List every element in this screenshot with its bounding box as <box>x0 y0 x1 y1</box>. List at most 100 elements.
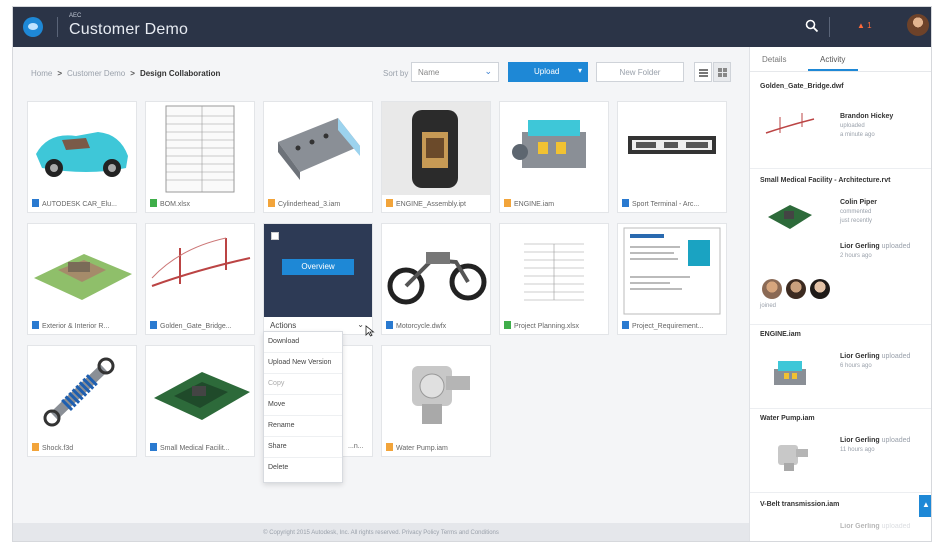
sort-select[interactable]: Name ⌄ <box>411 62 499 82</box>
file-thumbnail <box>264 102 372 195</box>
activity-time: 2 hours ago <box>840 253 872 259</box>
tab-activity[interactable]: Activity <box>820 55 845 64</box>
joined-label: joined <box>760 303 777 309</box>
file-name: Project Planning.xlsx <box>504 321 606 330</box>
activity-item[interactable]: Water Pump.iam Lior Gerling uploaded 11 … <box>750 409 931 493</box>
file-tile[interactable]: Exterior & Interior R... <box>27 223 137 335</box>
top-navigation-bar: AEC Customer Demo ▲ 1 <box>13 7 931 47</box>
file-tile[interactable]: Shock.f3d <box>27 345 137 457</box>
file-thumbnail <box>146 346 254 439</box>
tab-details[interactable]: Details <box>762 55 786 64</box>
file-thumbnail: Overview <box>264 224 372 317</box>
activity-time: 6 hours ago <box>840 363 872 369</box>
menu-item-upload-new-version[interactable]: Upload New Version <box>264 353 342 374</box>
activity-item[interactable]: Golden_Gate_Bridge.dwf Brandon Hickey up… <box>750 73 931 169</box>
app-title[interactable]: Customer Demo <box>69 21 188 39</box>
file-name: AUTODESK CAR_Elu... <box>32 199 134 208</box>
file-tile[interactable]: Sport Terminal - Arc... <box>617 101 727 213</box>
file-tile-hovered[interactable]: Overview Actions ⌄ <box>263 223 373 335</box>
activity-user-uploaded[interactable]: Lior Gerling uploaded <box>840 437 910 444</box>
menu-item-copy[interactable]: Copy <box>264 374 342 395</box>
activity-user[interactable]: Colin Piper <box>840 199 877 206</box>
file-tile[interactable]: ENGINE_Assembly.ipt <box>381 101 491 213</box>
activity-user-uploaded[interactable]: Lior Gerling uploaded <box>840 243 910 250</box>
file-tile[interactable]: Motorcycle.dwfx <box>381 223 491 335</box>
activity-file-title[interactable]: Water Pump.iam <box>760 415 815 422</box>
activity-user-uploaded[interactable]: Lior Gerling uploaded <box>840 523 910 530</box>
brand-label: AEC <box>69 13 82 19</box>
notifications-button[interactable]: ▲ 1 <box>857 21 872 30</box>
app-window: AEC Customer Demo ▲ 1 Home > Customer Demo… <box>12 6 932 542</box>
menu-item-share[interactable]: Share <box>264 437 342 458</box>
file-thumbnail <box>382 102 490 195</box>
user-avatar[interactable] <box>907 14 929 36</box>
user-avatar[interactable] <box>762 279 782 299</box>
activity-time: a minute ago <box>840 132 875 138</box>
file-thumbnail <box>28 224 136 317</box>
header-divider <box>57 17 58 37</box>
activity-file-title[interactable]: V-Belt transmission.iam <box>760 501 839 508</box>
tabs-divider <box>750 71 931 72</box>
activity-file-title[interactable]: Small Medical Facility - Architecture.rv… <box>760 177 890 184</box>
search-icon[interactable] <box>805 19 819 33</box>
list-view-icon[interactable] <box>694 62 712 82</box>
main-content: Home > Customer Demo > Design Collaboration … <box>13 47 749 523</box>
file-tile[interactable]: Small Medical Facilit... <box>145 345 255 457</box>
file-type-icon <box>622 199 629 207</box>
file-type-icon <box>32 321 39 329</box>
file-name: Golden_Gate_Bridge... <box>150 321 252 330</box>
file-type-icon <box>622 321 629 329</box>
file-tile[interactable]: Golden_Gate_Bridge... <box>145 223 255 335</box>
menu-item-move[interactable]: Move <box>264 395 342 416</box>
grid-view-icon[interactable] <box>713 62 731 82</box>
scroll-to-top-button[interactable]: ▲ <box>919 495 931 517</box>
new-folder-button[interactable]: New Folder <box>596 62 684 82</box>
activity-user[interactable]: Brandon Hickey <box>840 113 893 120</box>
select-checkbox[interactable] <box>271 232 279 240</box>
activity-item[interactable]: ENGINE.iam Lior Gerling uploaded 6 hours… <box>750 325 931 409</box>
user-avatar[interactable] <box>786 279 806 299</box>
overview-button[interactable]: Overview <box>282 259 354 275</box>
file-tile[interactable]: Water Pump.iam <box>381 345 491 457</box>
file-name: BOM.xlsx <box>150 199 252 208</box>
file-tile[interactable]: BOM.xlsx <box>145 101 255 213</box>
file-type-icon <box>504 321 511 329</box>
breadcrumb-customer-demo[interactable]: Customer Demo <box>67 69 125 78</box>
file-name: ENGINE_Assembly.ipt <box>386 199 488 208</box>
cursor-icon <box>365 325 375 337</box>
sort-label: Sort by <box>383 69 409 78</box>
upload-label: Upload <box>534 67 560 76</box>
file-tile[interactable]: Cylinderhead_3.iam <box>263 101 373 213</box>
user-avatar[interactable] <box>810 279 830 299</box>
notification-count: 1 <box>867 21 872 30</box>
file-thumbnail <box>500 224 608 317</box>
file-name: Sport Terminal - Arc... <box>622 199 724 208</box>
file-type-icon <box>32 443 39 451</box>
menu-item-rename[interactable]: Rename <box>264 416 342 437</box>
sort-value: Name <box>418 68 440 77</box>
actions-label[interactable]: Actions <box>270 321 296 330</box>
file-type-icon <box>386 443 393 451</box>
file-tile[interactable]: Project_Requirement... <box>617 223 727 335</box>
activity-thumbnail <box>764 355 816 389</box>
file-thumbnail <box>146 224 254 317</box>
activity-item[interactable]: Small Medical Facility - Architecture.rv… <box>750 169 931 325</box>
file-name: Cylinderhead_3.iam <box>268 199 370 208</box>
actions-menu: Download Upload New Version Copy Move Re… <box>263 331 343 483</box>
menu-item-delete[interactable]: Delete <box>264 458 342 479</box>
activity-time: just recently <box>840 218 873 224</box>
file-tile[interactable]: ENGINE.iam <box>499 101 609 213</box>
chevron-down-icon[interactable]: ⌄ <box>357 320 364 329</box>
activity-item[interactable]: V-Belt transmission.iam Lior Gerling upl… <box>750 493 931 541</box>
chevron-right-icon: > <box>130 69 135 78</box>
activity-user-uploaded[interactable]: Lior Gerling uploaded <box>840 353 910 360</box>
logo-icon[interactable] <box>23 17 43 37</box>
upload-button[interactable]: Upload ▾ <box>508 62 588 82</box>
activity-file-title[interactable]: ENGINE.iam <box>760 331 801 338</box>
file-tile[interactable]: Project Planning.xlsx <box>499 223 609 335</box>
menu-item-download[interactable]: Download <box>264 332 342 353</box>
file-tile[interactable]: AUTODESK CAR_Elu... <box>27 101 137 213</box>
header-divider <box>829 17 830 37</box>
activity-file-title[interactable]: Golden_Gate_Bridge.dwf <box>760 83 844 90</box>
breadcrumb-home[interactable]: Home <box>31 69 52 78</box>
